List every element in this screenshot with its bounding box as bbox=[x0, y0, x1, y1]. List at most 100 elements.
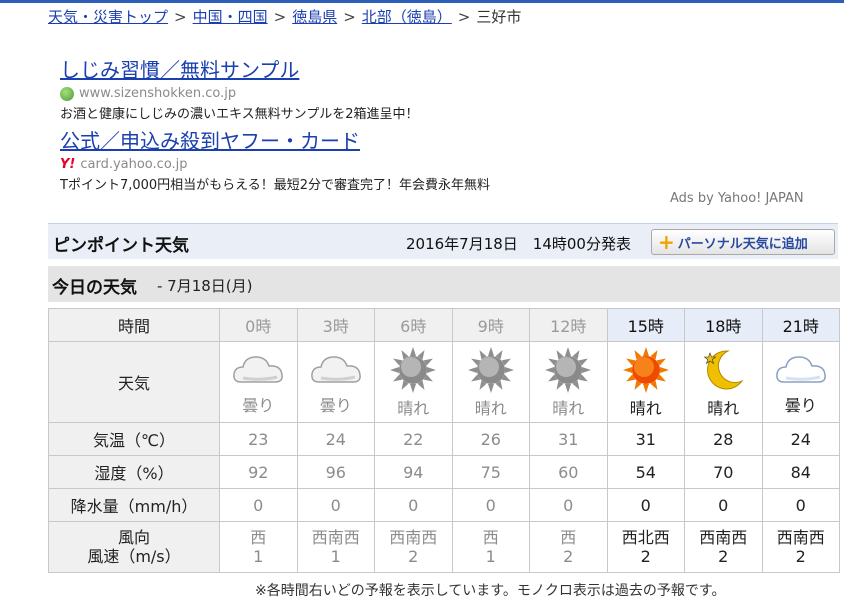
wind-direction: 西 bbox=[482, 528, 499, 547]
table-row-weather: 天気 曇り 曇り 晴れ 晴れ 晴れ 晴れ 晴れ 曇り bbox=[48, 341, 840, 423]
weather-text: 曇り bbox=[319, 396, 352, 415]
humidity-cell: 94 bbox=[374, 455, 453, 489]
breadcrumb-separator: > bbox=[457, 8, 471, 26]
forecast-footnote: ※各時間右いどの予報を表示しています。モノクロ表示は過去の予報です。 bbox=[255, 583, 726, 599]
weather-text: 曇り bbox=[784, 396, 817, 415]
wind-cell: 西1 bbox=[451, 521, 530, 573]
sun-icon bbox=[621, 345, 671, 395]
weather-text: 曇り bbox=[242, 396, 275, 415]
wind-speed: 2 bbox=[408, 547, 419, 566]
precipitation-cell: 0 bbox=[296, 488, 375, 522]
wind-cell: 西1 bbox=[219, 521, 298, 573]
wind-speed: 2 bbox=[718, 547, 729, 566]
pinpoint-title: ピンポイント天気 bbox=[53, 236, 189, 256]
breadcrumb: 天気・災害トップ > 中国・四国 > 徳島県 > 北部（徳島） > 三好市 bbox=[48, 6, 521, 27]
ad-url-text[interactable]: www.sizenshokken.co.jp bbox=[79, 86, 236, 101]
temperature-cell: 22 bbox=[374, 422, 453, 456]
ad-item: しじみ習慣／無料サンプル www.sizenshokken.co.jp お酒と健… bbox=[60, 54, 419, 122]
breadcrumb-link-tokushima[interactable]: 徳島県 bbox=[292, 8, 337, 26]
weather-cell: 晴れ bbox=[684, 341, 763, 423]
cloud-icon bbox=[231, 348, 285, 392]
wind-cell: 西2 bbox=[529, 521, 608, 573]
table-row-hours: 時間 0時 3時 6時 9時 12時 15時 18時 21時 bbox=[48, 308, 840, 342]
sun-icon bbox=[388, 345, 438, 395]
weather-cell: 曇り bbox=[219, 341, 298, 423]
ads-by-yahoo-link[interactable]: Ads by Yahoo! JAPAN bbox=[670, 191, 804, 206]
globe-icon bbox=[60, 86, 74, 101]
ad-description: お酒と健康にしじみの濃いエキス無料サンプルを2箱進呈中！ bbox=[60, 107, 419, 122]
ad-url-text[interactable]: card.yahoo.co.jp bbox=[80, 157, 187, 172]
hour-cell: 12時 bbox=[529, 308, 608, 342]
precipitation-cell: 0 bbox=[761, 488, 840, 522]
temperature-cell: 31 bbox=[529, 422, 608, 456]
precipitation-cell: 0 bbox=[606, 488, 685, 522]
temperature-cell: 24 bbox=[761, 422, 840, 456]
hour-cell: 15時 bbox=[606, 308, 685, 342]
wind-speed: 2 bbox=[795, 547, 806, 566]
wind-speed: 2 bbox=[563, 547, 574, 566]
wind-cell: 西南西 2 bbox=[761, 521, 840, 573]
hourly-forecast-table: 時間 0時 3時 6時 9時 12時 15時 18時 21時 天気 曇り 曇り … bbox=[48, 308, 840, 573]
row-header-wind-speed: 風速（m/s） bbox=[87, 547, 181, 566]
today-title: 今日の天気 bbox=[52, 278, 137, 298]
breadcrumb-link-chugoku-shikoku[interactable]: 中国・四国 bbox=[193, 8, 268, 26]
today-weather-header: 今日の天気 - 7月18日(月) bbox=[48, 266, 840, 302]
hour-cell: 0時 bbox=[219, 308, 298, 342]
hour-cell: 21時 bbox=[761, 308, 840, 342]
cloud-icon bbox=[309, 348, 363, 392]
temperature-cell: 31 bbox=[606, 422, 685, 456]
temperature-cell: 23 bbox=[219, 422, 298, 456]
table-row-precipitation: 降水量（mm/h） 0 0 0 0 0 0 0 0 bbox=[48, 488, 840, 522]
ad-title-link[interactable]: 公式／申込み殺到ヤフー・カード bbox=[60, 125, 490, 154]
wind-cell: 西南西 2 bbox=[684, 521, 763, 573]
breadcrumb-current: 三好市 bbox=[476, 8, 522, 26]
sun-icon bbox=[543, 345, 593, 395]
table-row-temperature: 気温（℃） 23 24 22 26 31 31 28 24 bbox=[48, 422, 840, 456]
wind-direction: 西南西 bbox=[311, 528, 360, 547]
precipitation-cell: 0 bbox=[684, 488, 763, 522]
wind-speed: 2 bbox=[640, 547, 651, 566]
moon-icon bbox=[698, 345, 748, 395]
sun-icon bbox=[466, 345, 516, 395]
row-header-wind-direction: 風向 bbox=[117, 528, 150, 547]
wind-direction: 西 bbox=[560, 528, 577, 547]
humidity-cell: 96 bbox=[296, 455, 375, 489]
humidity-cell: 60 bbox=[529, 455, 608, 489]
ad-title-link[interactable]: しじみ習慣／無料サンプル bbox=[60, 54, 419, 83]
breadcrumb-separator: > bbox=[343, 8, 356, 26]
add-personal-weather-button[interactable]: + パーソナル天気に追加 bbox=[651, 229, 835, 255]
weather-cell: 晴れ bbox=[374, 341, 453, 423]
wind-direction: 西 bbox=[250, 528, 267, 547]
wind-cell: 西南西 2 bbox=[374, 521, 453, 573]
forecast-issued-time: 2016年7月18日 14時00分発表 bbox=[406, 235, 631, 253]
breadcrumb-link-north-tokushima[interactable]: 北部（徳島） bbox=[362, 8, 452, 26]
wind-speed: 1 bbox=[485, 547, 496, 566]
hour-cell: 3時 bbox=[296, 308, 375, 342]
hour-cell: 18時 bbox=[684, 308, 763, 342]
row-header-precipitation: 降水量（mm/h） bbox=[48, 488, 220, 522]
pinpoint-header: ピンポイント天気 2016年7月18日 14時00分発表 + パーソナル天気に追加 bbox=[48, 223, 838, 259]
weather-cell: 曇り bbox=[296, 341, 375, 423]
wind-speed: 1 bbox=[330, 547, 341, 566]
precipitation-cell: 0 bbox=[219, 488, 298, 522]
precipitation-cell: 0 bbox=[374, 488, 453, 522]
breadcrumb-link-weather-top[interactable]: 天気・災害トップ bbox=[48, 8, 168, 26]
precipitation-cell: 0 bbox=[451, 488, 530, 522]
temperature-cell: 28 bbox=[684, 422, 763, 456]
top-border bbox=[0, 0, 844, 3]
temperature-cell: 26 bbox=[451, 422, 530, 456]
hour-cell: 6時 bbox=[374, 308, 453, 342]
weather-text: 晴れ bbox=[629, 399, 662, 418]
breadcrumb-separator: > bbox=[273, 8, 287, 26]
wind-direction: 西南西 bbox=[389, 528, 438, 547]
weather-text: 晴れ bbox=[397, 399, 430, 418]
wind-direction: 西北西 bbox=[621, 528, 670, 547]
ad-url: Y! card.yahoo.co.jp bbox=[60, 157, 490, 172]
row-header-weather: 天気 bbox=[48, 341, 220, 423]
wind-direction: 西南西 bbox=[699, 528, 748, 547]
humidity-cell: 84 bbox=[761, 455, 840, 489]
row-header-wind: 風向 風速（m/s） bbox=[48, 521, 220, 573]
weather-text: 晴れ bbox=[552, 399, 585, 418]
yahoo-y-icon: Y! bbox=[60, 157, 76, 172]
cloud-icon bbox=[774, 348, 828, 392]
